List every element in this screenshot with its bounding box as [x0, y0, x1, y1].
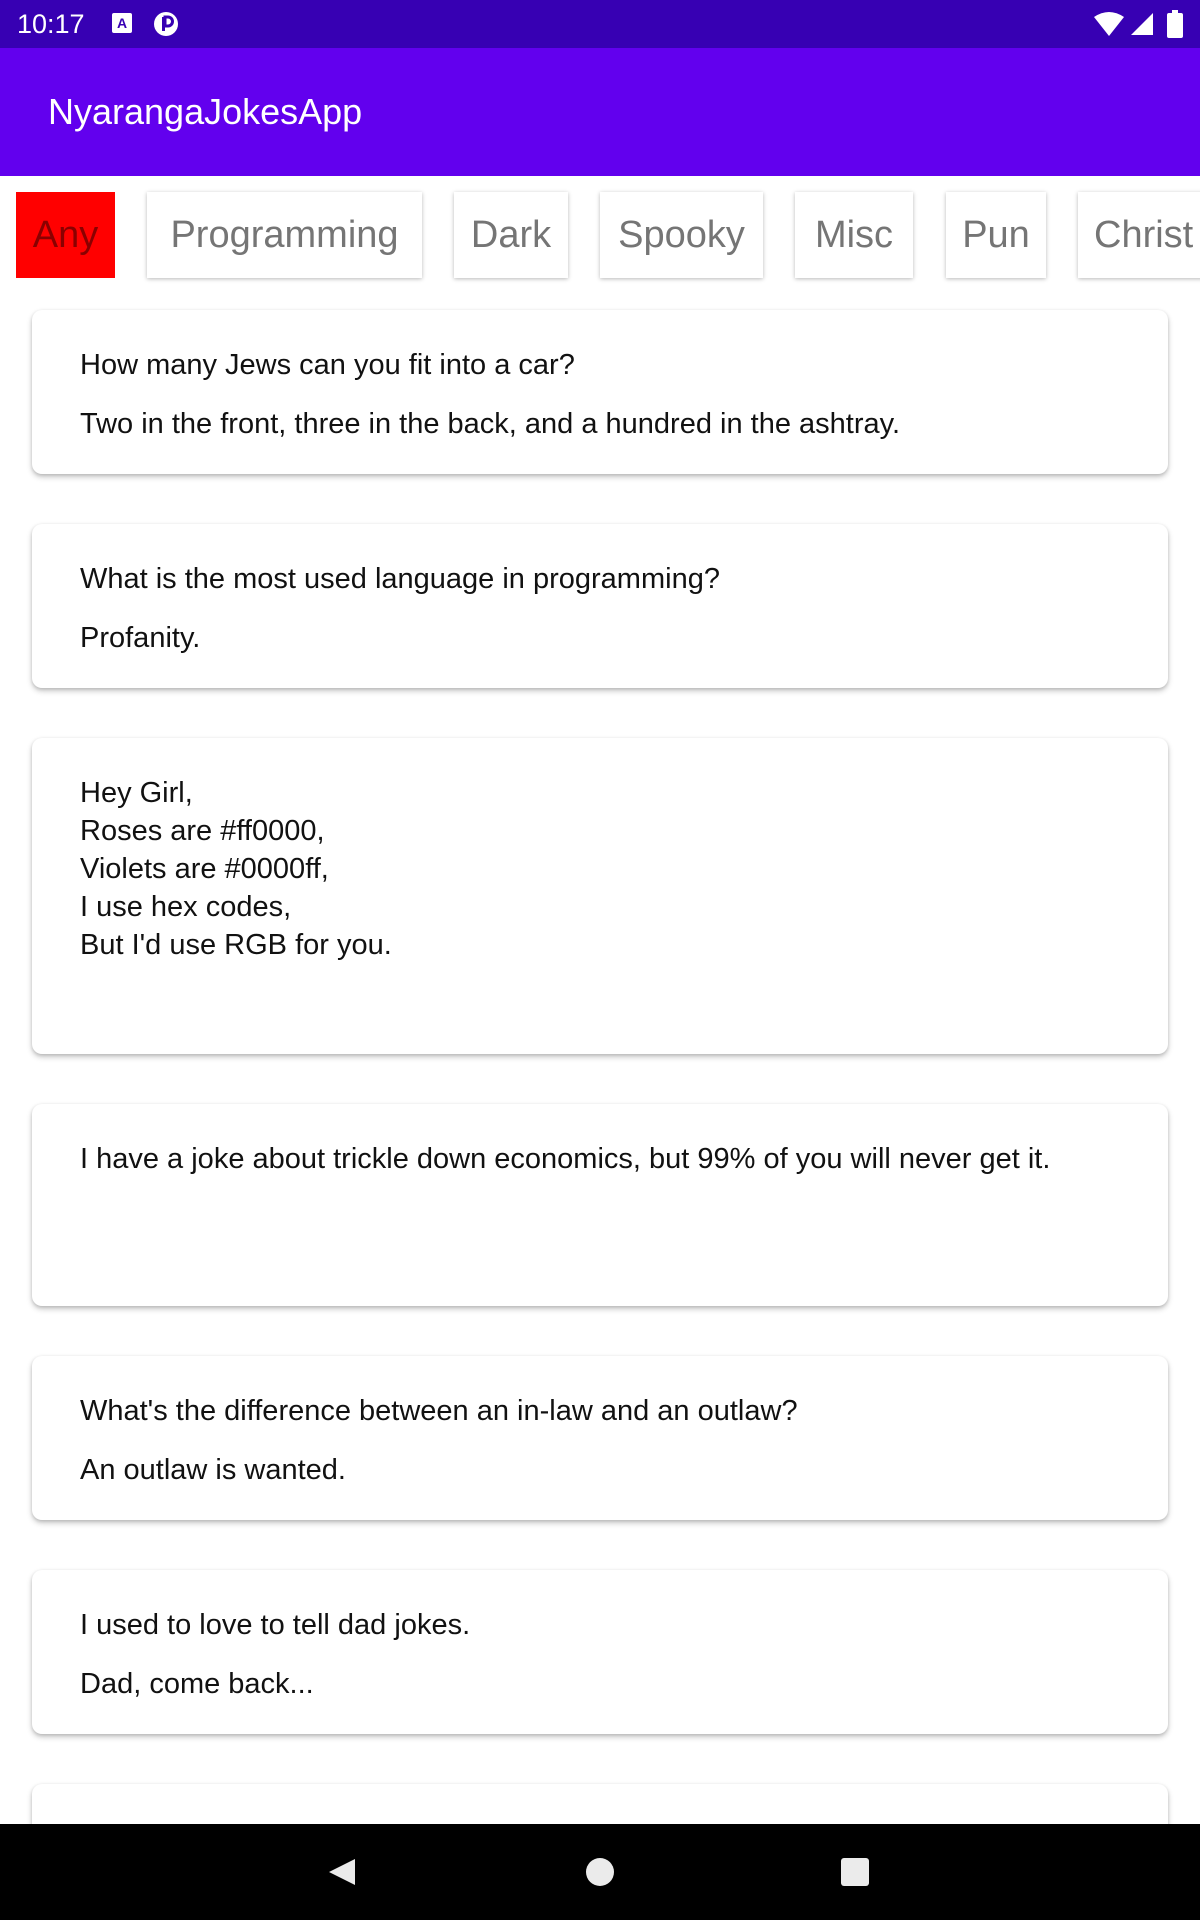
- status-time: 10:17: [17, 9, 85, 39]
- joke-setup: How many Jews can you fit into a car?: [80, 349, 575, 381]
- joke-delivery: Two in the front, three in the back, and…: [80, 408, 901, 440]
- joke-card[interactable]: What is the most used language in progra…: [32, 524, 1168, 688]
- chip-misc[interactable]: Misc: [795, 192, 913, 278]
- chip-christmas[interactable]: Christ: [1078, 192, 1200, 278]
- joke-card[interactable]: What's the difference between an in-law …: [32, 1356, 1168, 1520]
- category-chip-row[interactable]: Any Programming Dark Spooky Misc Pun Chr…: [0, 176, 1200, 294]
- p-notification-icon: [154, 12, 178, 36]
- joke-delivery: Profanity.: [80, 622, 201, 654]
- wifi-icon: [1094, 12, 1124, 36]
- system-navigation-bar: [0, 1824, 1200, 1920]
- battery-icon: [1167, 10, 1183, 38]
- app-screen: 10:17 A NyarangaJokesApp Any Programming…: [0, 0, 1200, 1920]
- joke-setup: I used to love to tell dad jokes.: [80, 1609, 471, 1641]
- joke-list[interactable]: How many Jews can you fit into a car? Tw…: [0, 294, 1200, 1824]
- app-title: NyarangaJokesApp: [48, 91, 363, 132]
- joke-card-partial[interactable]: [32, 1784, 1168, 1824]
- recents-icon[interactable]: [840, 1857, 870, 1887]
- app-bar: NyarangaJokesApp: [0, 48, 1200, 176]
- chip-programming[interactable]: Programming: [147, 192, 422, 278]
- joke-setup: What's the difference between an in-law …: [80, 1395, 798, 1427]
- chip-dark[interactable]: Dark: [454, 192, 568, 278]
- joke-delivery: An outlaw is wanted.: [80, 1454, 346, 1486]
- status-bar: 10:17 A: [0, 0, 1200, 48]
- joke-card[interactable]: Hey Girl, Roses are #ff0000, Violets are…: [32, 738, 1168, 1054]
- joke-card[interactable]: I have a joke about trickle down economi…: [32, 1104, 1168, 1306]
- signal-icon: [1131, 13, 1153, 35]
- joke-delivery: Dad, come back...: [80, 1668, 314, 1700]
- a-notification-icon: A: [112, 13, 132, 33]
- chip-pun[interactable]: Pun: [946, 192, 1046, 278]
- joke-text: I have a joke about trickle down economi…: [80, 1143, 1051, 1175]
- back-icon[interactable]: [326, 1856, 358, 1888]
- joke-setup: What is the most used language in progra…: [80, 563, 720, 595]
- joke-card[interactable]: How many Jews can you fit into a car? Tw…: [32, 310, 1168, 474]
- joke-card[interactable]: I used to love to tell dad jokes. Dad, c…: [32, 1570, 1168, 1734]
- chip-any[interactable]: Any: [16, 192, 115, 278]
- joke-text: Hey Girl, Roses are #ff0000, Violets are…: [80, 777, 392, 961]
- chip-spooky[interactable]: Spooky: [600, 192, 763, 278]
- home-icon[interactable]: [584, 1856, 616, 1888]
